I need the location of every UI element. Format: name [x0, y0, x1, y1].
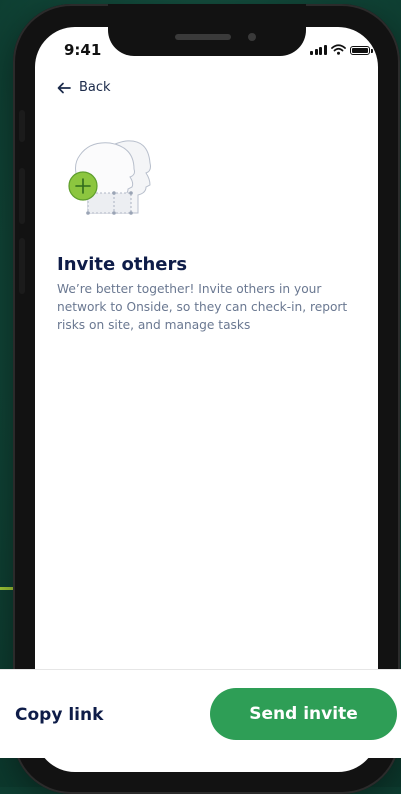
front-camera — [248, 33, 256, 41]
battery-icon — [349, 46, 373, 55]
back-label: Back — [79, 80, 111, 95]
bottom-action-bar: Copy link Send invite — [0, 669, 401, 758]
phone-side-button — [19, 110, 25, 142]
status-time: 9:41 — [64, 41, 102, 59]
phone-side-button — [19, 168, 25, 224]
invite-description: We’re better together! Invite others in … — [57, 282, 348, 332]
invite-illustration — [64, 137, 156, 221]
copy-link-button[interactable]: Copy link — [15, 705, 103, 725]
status-icons — [310, 43, 373, 55]
speaker-grille — [175, 34, 231, 40]
send-invite-button[interactable]: Send invite — [210, 688, 397, 740]
cellular-signal-icon — [310, 44, 327, 55]
phone-notch — [108, 4, 306, 56]
arrow-left-icon — [57, 82, 71, 93]
decorative-accent-line — [0, 587, 14, 590]
page-title: Invite others — [57, 254, 188, 275]
back-button[interactable]: Back — [57, 80, 111, 95]
phone-side-button — [19, 238, 25, 294]
wifi-icon — [330, 44, 346, 55]
